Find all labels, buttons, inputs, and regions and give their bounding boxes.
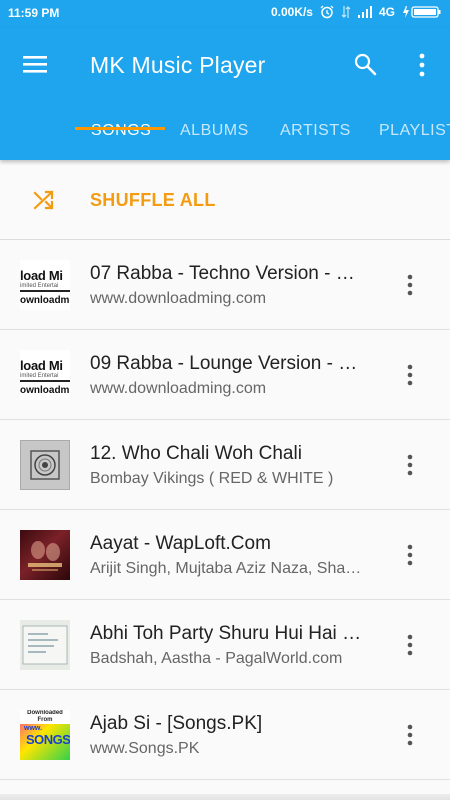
song-row[interactable]: load Mi imited Entertai ownloadmi 09 Rab… [0, 330, 450, 420]
more-vert-icon [419, 53, 425, 77]
song-row[interactable]: load Mi imited Entertai ownloadmi 07 Rab… [0, 240, 450, 330]
more-vert-icon [407, 274, 413, 296]
song-options-button[interactable] [400, 722, 420, 748]
song-title: Ajab Si - [Songs.PK] [90, 713, 263, 734]
art-text: ownloadmi [20, 385, 70, 396]
art-text: imited Entertai [20, 373, 59, 379]
art-text: imited Entertai [20, 283, 59, 289]
song-artist: Arijit Singh, Mujtaba Aziz Naza, Shadab … [90, 560, 370, 577]
cd-icon [30, 450, 60, 480]
song-artist: www.downloadming.com [90, 290, 267, 307]
song-artist: Badshah, Aastha - PagalWorld.com [90, 650, 343, 667]
more-vert-icon [407, 364, 413, 386]
more-options-button[interactable] [412, 52, 432, 78]
shuffle-all-button[interactable]: SHUFFLE ALL [0, 160, 450, 239]
art-text: Downloaded From [20, 710, 70, 724]
song-title: 12. Who Chali Woh Chali [90, 443, 302, 464]
tab-songs[interactable]: SONGS [91, 110, 151, 160]
song-row[interactable]: Abhi Toh Party Shuru Hui Hai - PagalWorl… [0, 600, 450, 690]
song-title: 09 Rabba - Lounge Version - Downloadming… [90, 353, 365, 374]
alarm-icon [320, 5, 334, 19]
art-text: load Mi [20, 268, 63, 283]
art-text: load Mi [20, 358, 63, 373]
more-vert-icon [407, 454, 413, 476]
album-art: load Mi imited Entertai ownloadmi [20, 260, 70, 310]
tab-albums[interactable]: ALBUMS [180, 110, 249, 160]
album-art: Downloaded From www. SONGS.PK [20, 710, 70, 760]
song-artist: www.Songs.PK [90, 740, 200, 757]
song-title: Aayat - WapLoft.Com [90, 533, 271, 554]
status-bar: 11:59 PM 0.00K/s 4G [0, 0, 450, 28]
song-list: load Mi imited Entertai ownloadmi 07 Rab… [0, 240, 450, 780]
art-text: ownloadmi [20, 295, 70, 306]
movie-poster-image [28, 541, 62, 571]
search-icon [354, 53, 377, 76]
document-photo-image [22, 625, 68, 665]
song-row[interactable]: 12. Who Chali Woh Chali Bombay Vikings (… [0, 420, 450, 510]
song-title: Abhi Toh Party Shuru Hui Hai - PagalWorl… [90, 623, 365, 644]
network-type: 4G [378, 5, 395, 19]
signal-icon [357, 6, 372, 18]
tab-artists[interactable]: ARTISTS [280, 110, 351, 160]
search-button[interactable] [353, 52, 377, 76]
more-vert-icon [407, 634, 413, 656]
song-row[interactable]: Downloaded From www. SONGS.PK Ajab Si - … [0, 690, 450, 780]
song-options-button[interactable] [400, 452, 420, 478]
art-text: SONGS.PK [26, 732, 70, 747]
song-options-button[interactable] [400, 632, 420, 658]
album-art [20, 620, 70, 670]
shuffle-all-label: SHUFFLE ALL [90, 190, 216, 210]
album-art [20, 530, 70, 580]
menu-icon [23, 56, 47, 73]
song-artist: www.downloadming.com [90, 380, 267, 397]
song-options-button[interactable] [400, 542, 420, 568]
list-bottom-edge [0, 794, 450, 800]
data-transfer-icon [341, 5, 351, 19]
song-options-button[interactable] [400, 362, 420, 388]
song-options-button[interactable] [400, 272, 420, 298]
status-icons: 0.00K/s 4G [271, 5, 442, 19]
song-artist: Bombay Vikings ( RED & WHITE ) [90, 470, 334, 487]
album-art [20, 440, 70, 490]
battery-charging-icon [402, 5, 442, 19]
app-bar: MK Music Player SONGS ALBUMS ARTISTS PLA… [0, 28, 450, 160]
net-speed: 0.00K/s [270, 5, 313, 19]
tab-playlists[interactable]: PLAYLISTS [379, 110, 450, 160]
song-row[interactable]: Aayat - WapLoft.Com Arijit Singh, Mujtab… [0, 510, 450, 600]
more-vert-icon [407, 544, 413, 566]
active-tab-indicator [75, 127, 165, 130]
app-title: MK Music Player [90, 52, 266, 78]
shuffle-icon [33, 190, 54, 210]
tab-bar: SONGS ALBUMS ARTISTS PLAYLISTS [0, 110, 450, 160]
song-title: 07 Rabba - Techno Version - Downloadming… [90, 263, 365, 284]
album-art: load Mi imited Entertai ownloadmi [20, 350, 70, 400]
menu-button[interactable] [22, 52, 48, 76]
status-time: 11:59 PM [8, 6, 60, 20]
art-text: www. [24, 725, 43, 732]
more-vert-icon [407, 724, 413, 746]
